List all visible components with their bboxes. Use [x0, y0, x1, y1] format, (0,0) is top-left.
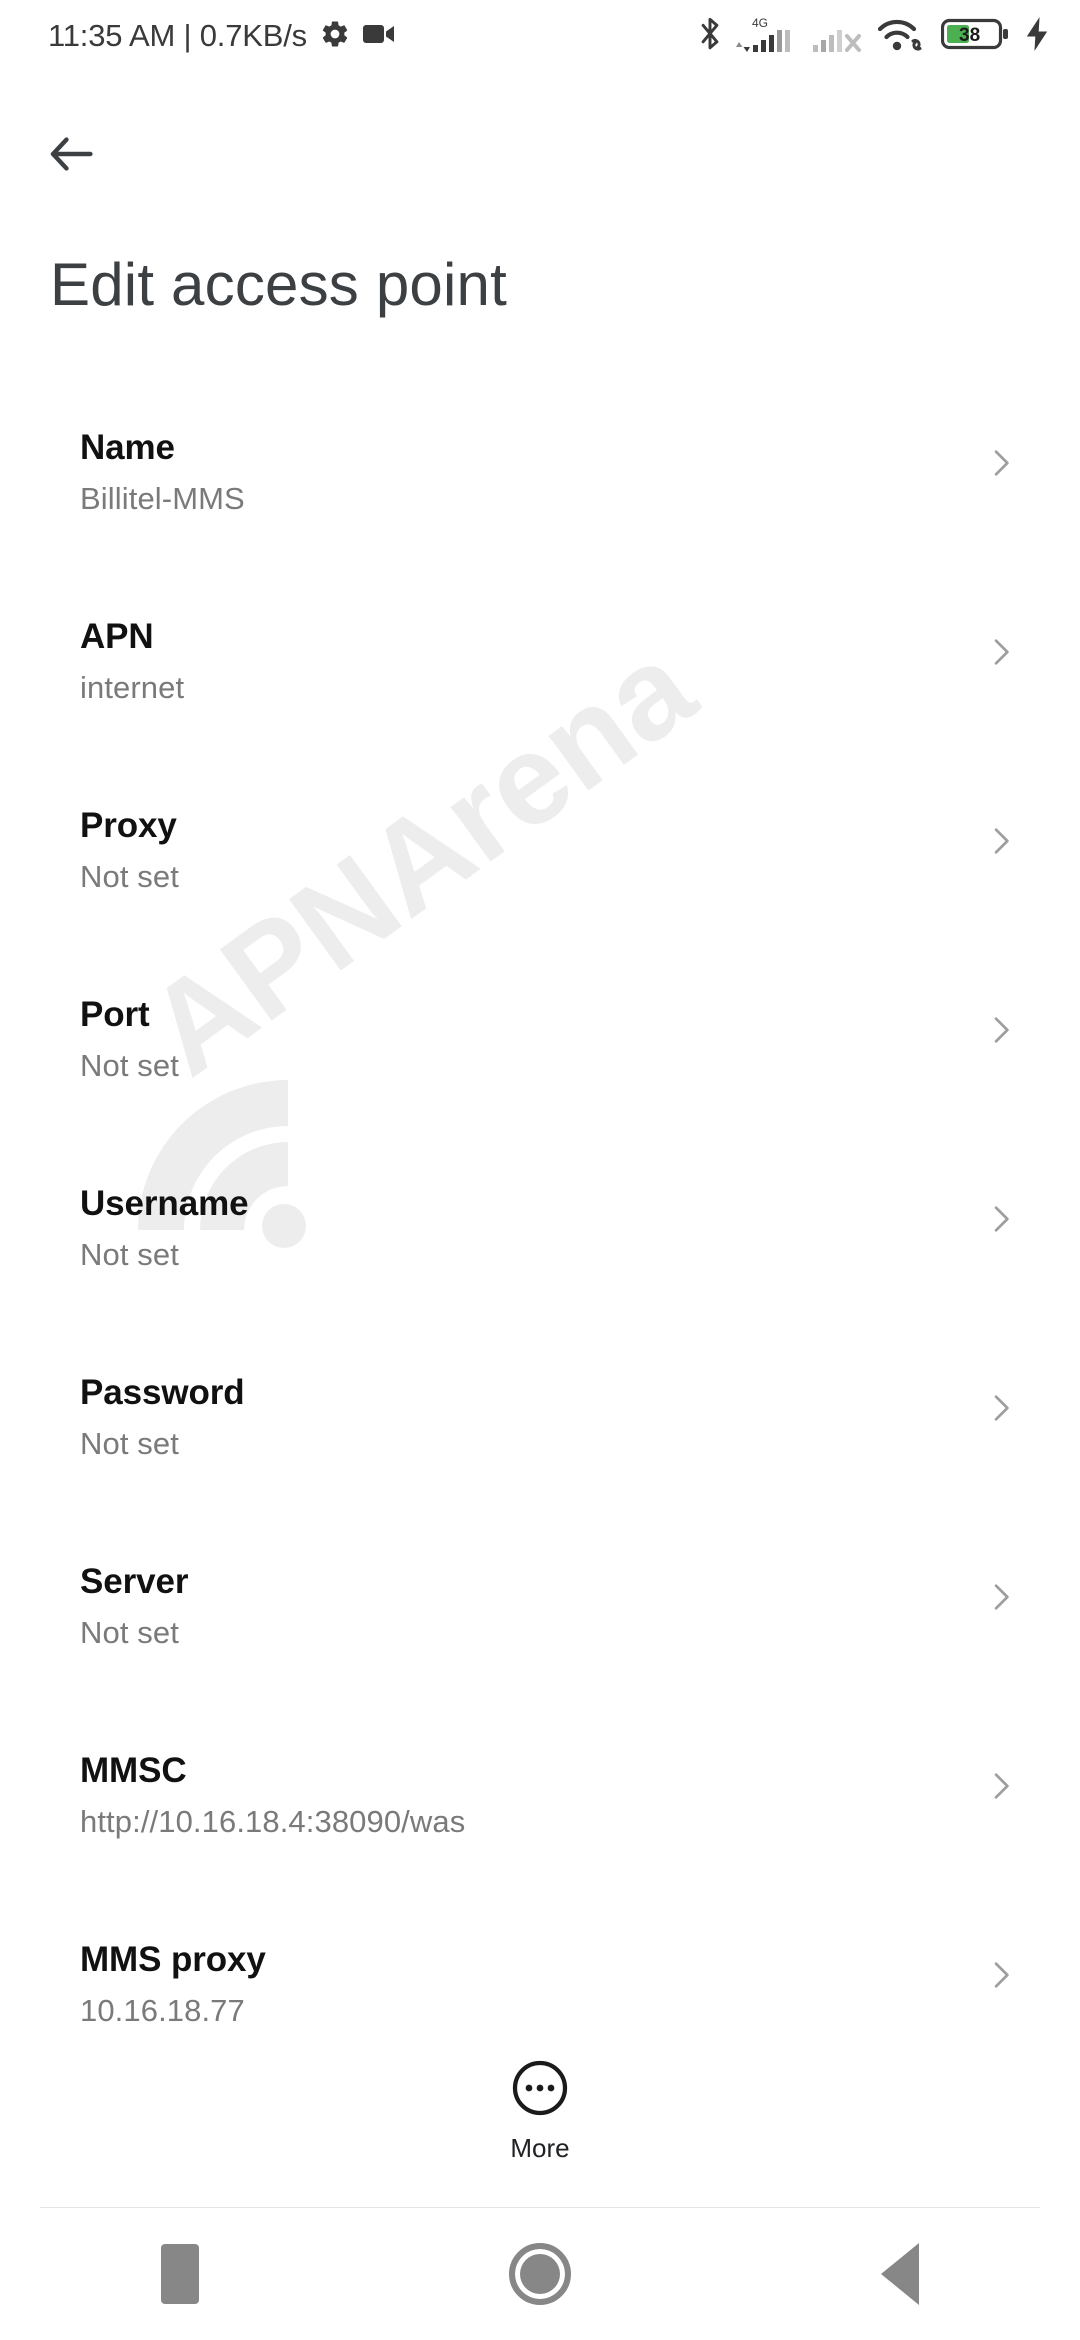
- list-item[interactable]: Server Not set: [0, 1534, 1080, 1723]
- row-value: 10.16.18.77: [80, 1993, 245, 2028]
- more-button[interactable]: More: [0, 2050, 1080, 2164]
- row-value: Not set: [80, 1237, 179, 1272]
- chevron-right-icon: [984, 446, 1018, 480]
- list-item[interactable]: Password Not set: [0, 1345, 1080, 1534]
- nav-recents-button[interactable]: [90, 2208, 270, 2340]
- more-button-label: More: [510, 2133, 570, 2163]
- page-title: Edit access point: [50, 251, 507, 318]
- list-item[interactable]: MMSC http://10.16.18.4:38090/was: [0, 1723, 1080, 1912]
- phone-screen: 11:35 AM | 0.7KB/s 4G 38 Edit access poi…: [0, 0, 1080, 2340]
- signal-sim2-no-service-icon: [811, 14, 863, 59]
- row-title: MMSC: [80, 1751, 187, 1790]
- circle-home-icon: [509, 2243, 571, 2305]
- status-bar: 11:35 AM | 0.7KB/s 4G 38: [0, 0, 1080, 72]
- row-value: Not set: [80, 1615, 179, 1650]
- row-title: Port: [80, 995, 150, 1034]
- list-item[interactable]: Proxy Not set: [0, 778, 1080, 967]
- more-horiz-circle-icon: [510, 2058, 570, 2123]
- list-item[interactable]: Username Not set: [0, 1156, 1080, 1345]
- chevron-right-icon: [984, 824, 1018, 858]
- row-title: Username: [80, 1184, 249, 1223]
- battery-percent-text: 38: [959, 25, 980, 46]
- nav-home-button[interactable]: [450, 2208, 630, 2340]
- list-item[interactable]: Port Not set: [0, 967, 1080, 1156]
- list-item[interactable]: Name Billitel-MMS: [0, 400, 1080, 589]
- status-bar-right: 4G 38: [697, 14, 1050, 59]
- battery-icon: 38: [940, 16, 1011, 57]
- row-title: APN: [80, 617, 154, 656]
- chevron-right-icon: [984, 1391, 1018, 1425]
- chevron-right-icon: [984, 1202, 1018, 1236]
- square-recents-icon: [161, 2244, 199, 2304]
- video-camera-icon: [362, 22, 395, 51]
- charging-bolt-icon: [1024, 16, 1050, 56]
- chevron-right-icon: [984, 1013, 1018, 1047]
- nav-back-button[interactable]: [810, 2208, 990, 2340]
- settings-list: Name Billitel-MMS APN internet Proxy Not…: [0, 400, 1080, 2101]
- wifi-icon: [876, 15, 928, 58]
- back-button[interactable]: [48, 120, 132, 192]
- system-navigation-bar: [0, 2208, 1080, 2340]
- status-bar-left: 11:35 AM | 0.7KB/s: [48, 18, 395, 54]
- chevron-right-icon: [984, 635, 1018, 669]
- signal-4g-icon: 4G: [736, 14, 798, 59]
- row-value: Not set: [80, 859, 179, 894]
- triangle-back-icon: [881, 2243, 919, 2305]
- chevron-right-icon: [984, 1958, 1018, 1992]
- row-title: Name: [80, 428, 175, 467]
- row-value: http://10.16.18.4:38090/was: [80, 1804, 466, 1839]
- arrow-left-icon: [48, 131, 106, 182]
- svg-text:4G: 4G: [752, 16, 768, 30]
- row-value: internet: [80, 670, 185, 705]
- chevron-right-icon: [984, 1769, 1018, 1803]
- row-title: Server: [80, 1562, 189, 1601]
- status-clock-and-network-speed: 11:35 AM | 0.7KB/s: [48, 18, 307, 53]
- row-title: Password: [80, 1373, 245, 1412]
- row-value: Billitel-MMS: [80, 481, 245, 516]
- row-title: MMS proxy: [80, 1940, 266, 1979]
- bluetooth-icon: [697, 15, 723, 58]
- chevron-right-icon: [984, 1580, 1018, 1614]
- row-title: Proxy: [80, 806, 177, 845]
- list-item[interactable]: APN internet: [0, 589, 1080, 778]
- gear-icon: [320, 19, 350, 54]
- row-value: Not set: [80, 1426, 179, 1461]
- row-value: Not set: [80, 1048, 179, 1083]
